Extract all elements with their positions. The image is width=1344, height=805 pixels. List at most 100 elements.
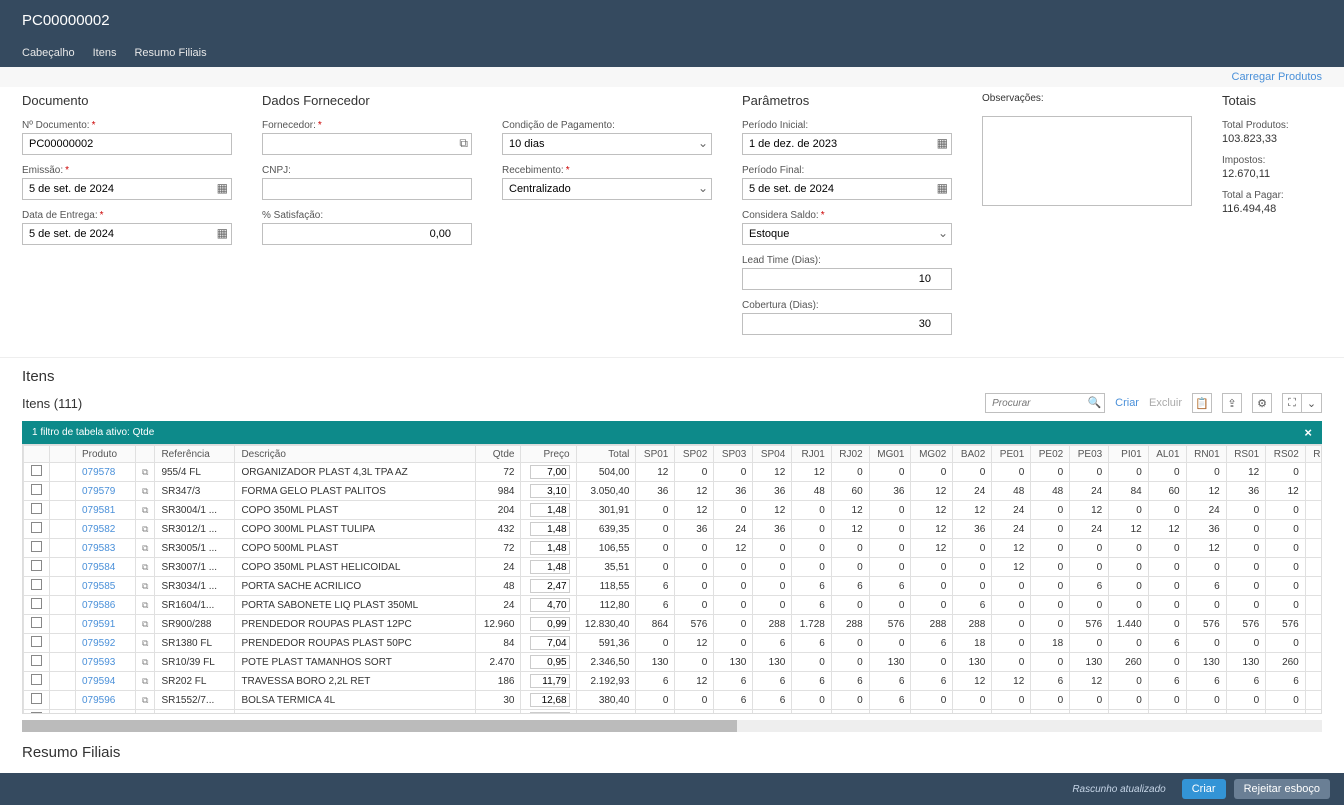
produto-link[interactable]: 079592	[82, 638, 115, 649]
row-checkbox[interactable]	[31, 465, 42, 476]
column-header[interactable]: BA02	[953, 446, 992, 463]
produto-link[interactable]: 079579	[82, 486, 115, 497]
dropdown-icon[interactable]: ⌄	[1302, 393, 1322, 413]
tab-resumo-filiais[interactable]: Resumo Filiais	[134, 47, 206, 67]
open-row-icon[interactable]: ⧉	[136, 520, 155, 539]
preco-input[interactable]	[530, 655, 570, 669]
periodo-inicial-input[interactable]	[742, 133, 952, 155]
column-header[interactable]	[50, 446, 76, 463]
preco-cell[interactable]	[521, 710, 576, 715]
preco-cell[interactable]	[521, 672, 576, 691]
preco-input[interactable]	[530, 598, 570, 612]
preco-input[interactable]	[530, 503, 570, 517]
column-header[interactable]: SP01	[636, 446, 675, 463]
numero-documento-input[interactable]	[22, 133, 232, 155]
preco-cell[interactable]	[521, 558, 576, 577]
preco-cell[interactable]	[521, 482, 576, 501]
open-row-icon[interactable]: ⧉	[136, 691, 155, 710]
row-checkbox[interactable]	[31, 522, 42, 533]
column-header[interactable]: Referência	[155, 446, 235, 463]
column-header[interactable]: RJ02	[831, 446, 869, 463]
open-row-icon[interactable]: ⧉	[136, 558, 155, 577]
preco-input[interactable]	[530, 465, 570, 479]
open-row-icon[interactable]: ⧉	[136, 710, 155, 715]
open-row-icon[interactable]: ⧉	[136, 634, 155, 653]
open-row-icon[interactable]: ⧉	[136, 577, 155, 596]
row-checkbox[interactable]	[31, 674, 42, 685]
produto-link[interactable]: 079578	[82, 467, 115, 478]
row-checkbox[interactable]	[31, 579, 42, 590]
preco-input[interactable]	[530, 693, 570, 707]
data-entrega-input[interactable]	[22, 223, 232, 245]
paste-icon[interactable]: 📋	[1192, 393, 1212, 413]
column-header[interactable]: RN01	[1186, 446, 1226, 463]
preco-input[interactable]	[530, 522, 570, 536]
row-checkbox[interactable]	[31, 560, 42, 571]
column-header[interactable]: PE01	[992, 446, 1031, 463]
column-header[interactable]: MG02	[911, 446, 953, 463]
column-header[interactable]: AL01	[1148, 446, 1186, 463]
expand-icon[interactable]: ⛶	[1282, 393, 1302, 413]
preco-cell[interactable]	[521, 691, 576, 710]
satisfacao-input[interactable]	[262, 223, 472, 245]
produto-link[interactable]: 079585	[82, 581, 115, 592]
preco-input[interactable]	[530, 560, 570, 574]
lead-time-input[interactable]	[742, 268, 952, 290]
row-checkbox[interactable]	[31, 541, 42, 552]
row-checkbox[interactable]	[31, 484, 42, 495]
periodo-final-input[interactable]	[742, 178, 952, 200]
criar-link[interactable]: Criar	[1115, 397, 1139, 409]
itens-table-wrap[interactable]: ProdutoReferênciaDescriçãoQtdePreçoTotal…	[22, 444, 1322, 714]
row-checkbox[interactable]	[31, 617, 42, 628]
preco-cell[interactable]	[521, 634, 576, 653]
fornecedor-input[interactable]	[262, 133, 472, 155]
column-header[interactable]: Descrição	[235, 446, 476, 463]
preco-cell[interactable]	[521, 653, 576, 672]
row-checkbox[interactable]	[31, 503, 42, 514]
column-header[interactable]	[136, 446, 155, 463]
preco-cell[interactable]	[521, 615, 576, 634]
column-header[interactable]: SP02	[675, 446, 714, 463]
cnpj-input[interactable]	[262, 178, 472, 200]
open-row-icon[interactable]: ⧉	[136, 672, 155, 691]
produto-link[interactable]: 079594	[82, 676, 115, 687]
carregar-produtos-link[interactable]: Carregar Produtos	[1232, 71, 1323, 83]
column-header[interactable]: MG01	[869, 446, 911, 463]
produto-link[interactable]: 079586	[82, 600, 115, 611]
emissao-input[interactable]	[22, 178, 232, 200]
open-row-icon[interactable]: ⧉	[136, 501, 155, 520]
preco-cell[interactable]	[521, 501, 576, 520]
cobertura-input[interactable]	[742, 313, 952, 335]
column-header[interactable]	[24, 446, 50, 463]
preco-input[interactable]	[530, 484, 570, 498]
column-header[interactable]: PI01	[1109, 446, 1149, 463]
row-checkbox[interactable]	[31, 636, 42, 647]
produto-link[interactable]: 079596	[82, 695, 115, 706]
preco-cell[interactable]	[521, 577, 576, 596]
open-row-icon[interactable]: ⧉	[136, 463, 155, 482]
open-row-icon[interactable]: ⧉	[136, 482, 155, 501]
column-header[interactable]: Total	[576, 446, 636, 463]
gear-icon[interactable]: ⚙	[1252, 393, 1272, 413]
open-row-icon[interactable]: ⧉	[136, 596, 155, 615]
produto-link[interactable]: 079581	[82, 505, 115, 516]
open-row-icon[interactable]: ⧉	[136, 653, 155, 672]
open-row-icon[interactable]: ⧉	[136, 615, 155, 634]
preco-input[interactable]	[530, 617, 570, 631]
preco-input[interactable]	[530, 579, 570, 593]
column-header[interactable]: PE02	[1031, 446, 1070, 463]
recebimento-select[interactable]	[502, 178, 712, 200]
column-header[interactable]: Produto	[76, 446, 136, 463]
tab-cabecalho[interactable]: Cabeçalho	[22, 47, 75, 67]
produto-link[interactable]: 079582	[82, 524, 115, 535]
column-header[interactable]: SP03	[714, 446, 753, 463]
observacoes-textarea[interactable]	[982, 116, 1192, 206]
preco-input[interactable]	[530, 674, 570, 688]
horizontal-scrollbar[interactable]	[22, 720, 1322, 732]
produto-link[interactable]: 079584	[82, 562, 115, 573]
export-icon[interactable]: ⇪	[1222, 393, 1242, 413]
column-header[interactable]: Preço	[521, 446, 576, 463]
column-header[interactable]: SP04	[753, 446, 792, 463]
preco-cell[interactable]	[521, 463, 576, 482]
column-header[interactable]: RS01	[1226, 446, 1266, 463]
